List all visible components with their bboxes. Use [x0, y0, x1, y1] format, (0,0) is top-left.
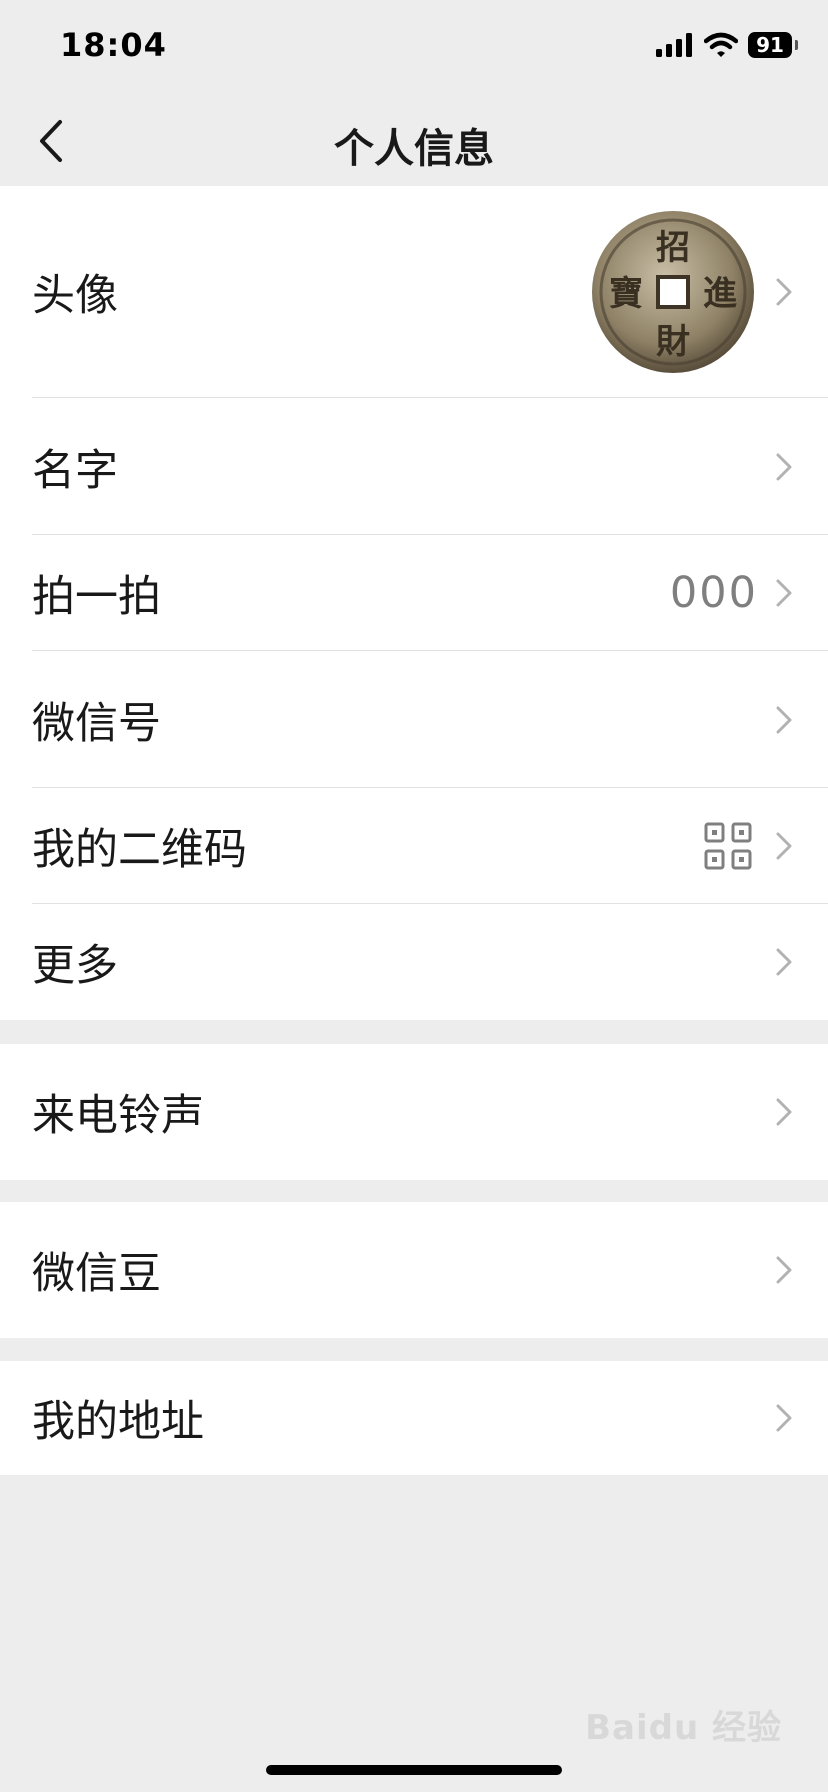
qr-code-icon [704, 822, 752, 870]
battery-icon: 91 [748, 32, 798, 58]
chevron-right-icon [776, 1404, 792, 1432]
row-right: 000 [670, 568, 792, 618]
pat-row[interactable]: 拍一拍 000 [0, 535, 828, 651]
chevron-right-icon [776, 1098, 792, 1126]
battery-tip [795, 40, 798, 50]
baidu-watermark: Baidu 经验 [585, 1708, 782, 1748]
row-right: 招 進 財 寶 [590, 209, 792, 375]
row-right [776, 1404, 792, 1432]
wechat-id-row[interactable]: 微信号 [0, 651, 828, 788]
row-right [776, 453, 792, 481]
row-right [776, 948, 792, 976]
name-row[interactable]: 名字 [0, 398, 828, 535]
battery-level: 91 [756, 33, 784, 57]
chevron-right-icon [776, 278, 792, 306]
qr-code-row[interactable]: 我的二维码 [0, 788, 828, 904]
row-right [776, 1098, 792, 1126]
wechat-beans-row[interactable]: 微信豆 [0, 1202, 828, 1338]
row-label: 头像 [32, 271, 118, 321]
ringtone-group: 来电铃声 [0, 1044, 828, 1180]
row-right [776, 1256, 792, 1284]
status-icons: 91 [656, 32, 798, 58]
row-label: 我的地址 [32, 1397, 204, 1447]
address-group: 我的地址 [0, 1361, 828, 1475]
chevron-right-icon [776, 453, 792, 480]
row-label: 我的二维码 [32, 825, 247, 875]
row-right [776, 706, 792, 734]
row-label: 更多 [32, 941, 118, 991]
chevron-right-icon [776, 832, 792, 860]
page-title: 个人信息 [334, 126, 494, 172]
wifi-icon [704, 32, 738, 57]
cellular-signal-icon [656, 33, 692, 57]
avatar-char-left: 寶 [609, 274, 643, 314]
row-right [704, 822, 792, 870]
avatar-char-right: 進 [703, 274, 737, 314]
avatar[interactable]: 招 進 財 寶 [590, 209, 756, 375]
address-row[interactable]: 我的地址 [0, 1361, 828, 1475]
row-label: 来电铃声 [32, 1091, 204, 1141]
ringtone-row[interactable]: 来电铃声 [0, 1044, 828, 1180]
avatar-row[interactable]: 头像 招 進 財 寶 [0, 186, 828, 398]
row-label: 名字 [32, 445, 118, 496]
pat-value: 000 [669, 568, 758, 618]
home-indicator [266, 1765, 562, 1775]
status-time: 18:04 [60, 26, 167, 64]
status-bar: 18:04 91 [0, 0, 828, 96]
chevron-right-icon [776, 706, 792, 733]
more-row[interactable]: 更多 [0, 904, 828, 1020]
navigation-bar: 个人信息 [0, 96, 828, 186]
profile-group: 头像 招 進 財 寶 名字 拍一拍 000 微信号 我的二维码 更多 [0, 186, 828, 1020]
row-label: 拍一拍 [32, 572, 161, 622]
chevron-right-icon [776, 579, 792, 607]
chevron-right-icon [776, 1256, 792, 1284]
chevron-right-icon [776, 948, 792, 976]
avatar-char-bottom: 財 [656, 322, 690, 362]
row-label: 微信号 [32, 698, 161, 749]
row-label: 微信豆 [32, 1249, 161, 1299]
beans-group: 微信豆 [0, 1202, 828, 1338]
avatar-char-top: 招 [656, 228, 690, 268]
